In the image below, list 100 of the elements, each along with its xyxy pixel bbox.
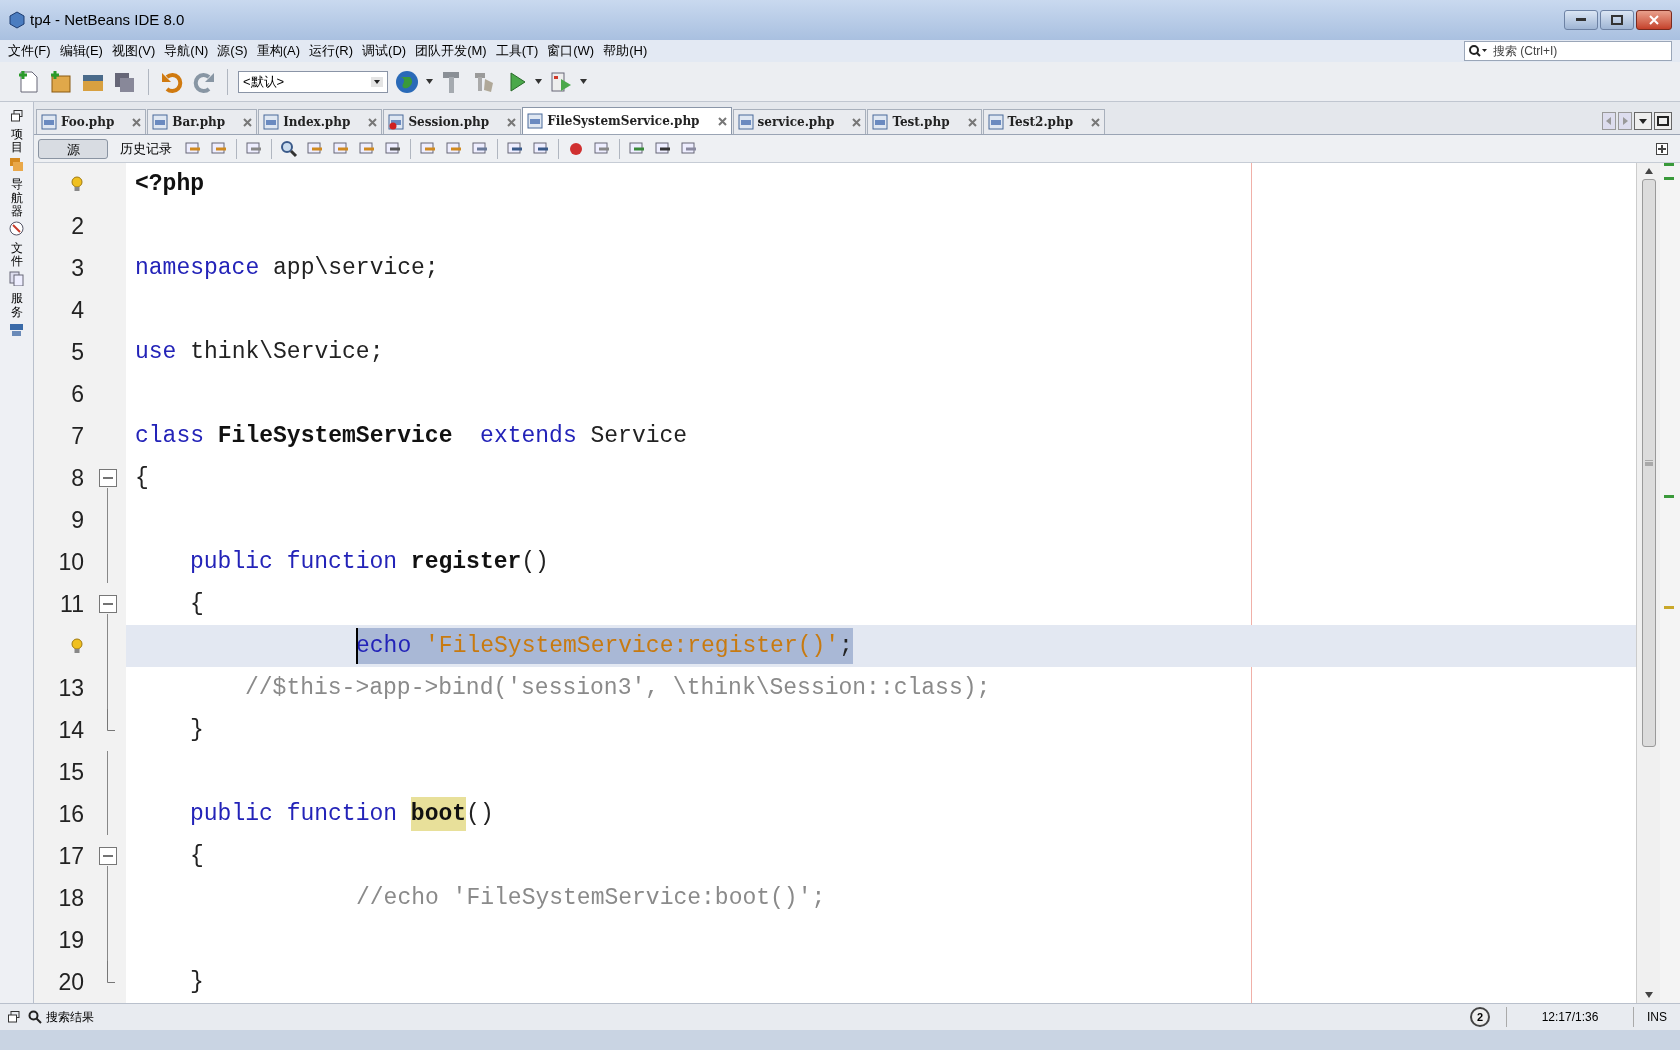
caret-icon[interactable]: [580, 79, 587, 84]
line-number: 11: [60, 589, 84, 619]
collapse-icon[interactable]: [99, 469, 117, 487]
close-tab-icon[interactable]: [507, 117, 517, 127]
search-field[interactable]: 搜索 (Ctrl+I): [1464, 41, 1672, 61]
line-number: 16: [58, 799, 84, 829]
line-number: 7: [71, 421, 84, 451]
php-file-icon: [737, 114, 754, 130]
files-icon: [9, 271, 24, 287]
code-line: public function register(): [190, 547, 549, 577]
search-results-tab[interactable]: 搜索结果: [28, 1008, 94, 1026]
side-panel-tab[interactable]: 项目: [9, 128, 24, 173]
side-panel-tab[interactable]: 文件: [9, 241, 24, 287]
minimize-button[interactable]: [1564, 10, 1598, 30]
php-file-icon: [872, 114, 889, 130]
scroll-up-icon[interactable]: [1643, 167, 1654, 175]
restore-window-icon[interactable]: [8, 1011, 20, 1023]
line-number: 19: [58, 925, 84, 955]
line-number: 18: [58, 883, 84, 913]
editor-view-tab[interactable]: 源: [38, 138, 108, 159]
file-tab[interactable]: Foo.php: [36, 109, 147, 134]
file-tab[interactable]: Test.php: [867, 109, 982, 134]
scrollbar-thumb[interactable]: [1641, 179, 1656, 747]
restore-window-icon[interactable]: [10, 110, 23, 122]
close-tab-icon[interactable]: [368, 117, 378, 127]
configuration-dropdown[interactable]: <默认>: [238, 70, 388, 93]
file-tab[interactable]: Bar.php: [147, 109, 258, 134]
text-cursor: [356, 628, 358, 664]
maximize-icon: [1611, 15, 1623, 25]
file-tab[interactable]: Session.php: [383, 109, 522, 134]
maximize-button[interactable]: [1600, 10, 1634, 30]
menu-item[interactable]: 重构(A): [256, 41, 301, 61]
close-tab-icon[interactable]: [1091, 117, 1101, 127]
close-tab-icon[interactable]: [717, 116, 727, 126]
collapse-icon[interactable]: [99, 595, 117, 613]
code-line: {: [190, 589, 204, 619]
code-line: {: [135, 463, 149, 493]
menu-item[interactable]: 帮助(H): [603, 41, 648, 61]
compass-icon: [9, 220, 24, 236]
collapse-icon[interactable]: [99, 847, 117, 865]
new-project-icon[interactable]: [48, 68, 74, 95]
minimize-icon: [1576, 18, 1586, 22]
close-tab-icon[interactable]: [243, 117, 253, 127]
php-file-error-icon: [388, 114, 405, 130]
folders-icon: [9, 157, 24, 173]
menu-item[interactable]: 视图(V): [111, 41, 156, 61]
php-file-icon: [527, 113, 544, 129]
file-tab[interactable]: service.php: [732, 109, 867, 134]
line-number: 20: [58, 967, 84, 997]
grip-icon: [1644, 460, 1653, 466]
line-number: 17: [58, 841, 84, 871]
line-number: 14: [58, 715, 84, 745]
close-tab-icon[interactable]: [852, 117, 862, 127]
side-panel-tab[interactable]: 导航器: [9, 178, 24, 236]
line-number: 13: [58, 673, 84, 703]
search-icon[interactable]: [1468, 44, 1488, 58]
editor-view-tab[interactable]: 历史记录: [116, 138, 176, 159]
line-number: 5: [71, 337, 84, 367]
line-number: 4: [71, 295, 84, 325]
caret-icon[interactable]: [426, 79, 433, 84]
selected-text: echo 'FileSystemService:register()';: [356, 628, 853, 664]
scroll-left-icon[interactable]: [1602, 112, 1616, 130]
caret-icon[interactable]: [535, 79, 542, 84]
menu-item[interactable]: 工具(T): [495, 41, 539, 61]
tab-list-icon[interactable]: [1634, 112, 1652, 130]
find-icon[interactable]: [280, 139, 298, 158]
code-text: function: [285, 799, 399, 829]
file-tab[interactable]: FileSystemService.php: [522, 107, 732, 134]
menu-item[interactable]: 团队开发(M): [415, 41, 487, 61]
file-tab[interactable]: Test2.php: [982, 109, 1106, 134]
line-number: 2: [71, 211, 84, 241]
server-icon: [9, 321, 24, 337]
lightbulb-icon[interactable]: [70, 638, 84, 654]
caret-position: 12:17/1:36: [1540, 1009, 1600, 1026]
expand-icon[interactable]: [1656, 142, 1668, 155]
menu-item[interactable]: 调试(D): [362, 41, 407, 61]
scroll-down-icon[interactable]: [1643, 991, 1654, 999]
php-file-icon: [987, 114, 1004, 130]
menu-item[interactable]: 运行(R): [309, 41, 354, 61]
php-file-icon: [263, 114, 280, 130]
code-text: (): [466, 799, 494, 829]
php-file-icon: [41, 114, 57, 130]
side-panel-tab[interactable]: 服务: [9, 292, 24, 337]
close-tab-icon[interactable]: [967, 117, 977, 127]
menu-item[interactable]: 导航(N): [164, 41, 209, 61]
code-line: //$this->app->bind('session3', \think\Session::class);: [245, 673, 991, 703]
menu-item[interactable]: 文件(F): [8, 41, 51, 61]
file-tab[interactable]: Index.php: [258, 109, 383, 134]
maximize-editor-icon[interactable]: [1654, 112, 1672, 130]
close-icon: [1649, 15, 1659, 25]
code-line: }: [190, 715, 204, 745]
lightbulb-icon[interactable]: [70, 176, 84, 192]
menu-item[interactable]: 编辑(E): [59, 41, 103, 61]
menu-item[interactable]: 源(S): [217, 41, 248, 61]
menu-item[interactable]: 窗口(W): [547, 41, 595, 61]
insert-mode: INS: [1646, 1009, 1668, 1026]
notification-badge[interactable]: 2: [1470, 1007, 1490, 1027]
globe-icon[interactable]: [394, 68, 420, 95]
close-button[interactable]: [1636, 10, 1672, 30]
close-tab-icon[interactable]: [132, 117, 142, 127]
